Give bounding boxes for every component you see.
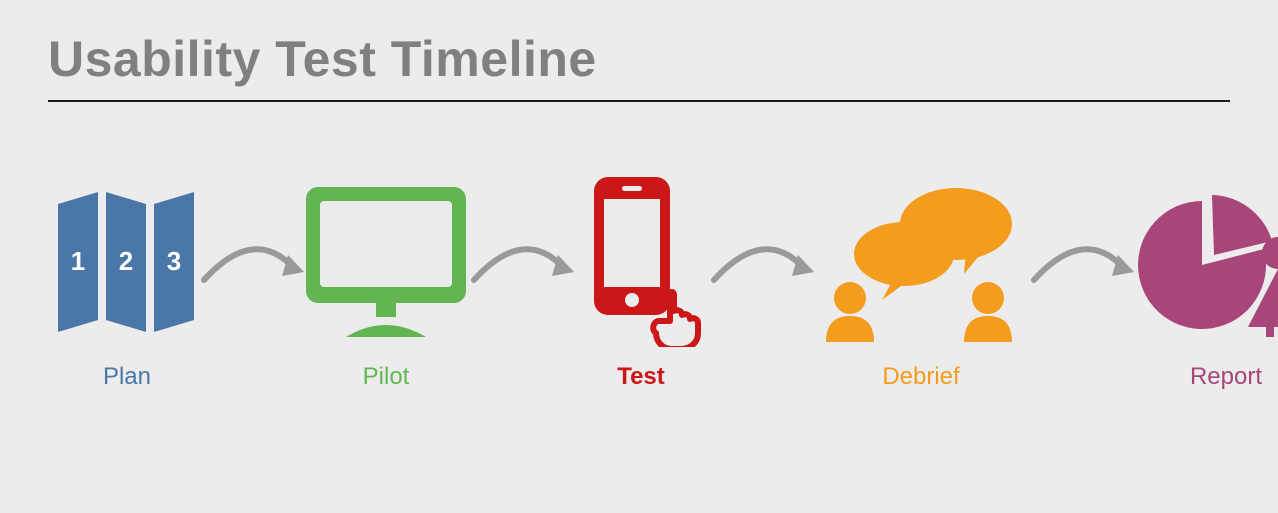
arrow-icon: [1026, 189, 1136, 339]
phone-touch-icon: [576, 187, 706, 337]
step-test: Test: [576, 187, 706, 391]
step-label-test: Test: [617, 363, 665, 391]
arrow-icon: [196, 189, 306, 339]
monitor-icon: [306, 187, 466, 337]
arrow-icon: [706, 189, 816, 339]
pie-person-icon: [1136, 187, 1278, 337]
step-label-report: Report: [1190, 363, 1262, 391]
map-number-2: 2: [119, 246, 133, 276]
map-icon: 1 2 3: [58, 187, 196, 337]
step-plan: 1 2 3 Plan: [58, 187, 196, 391]
step-debrief: Debrief: [816, 187, 1026, 391]
arrow-icon: [466, 189, 576, 339]
step-label-debrief: Debrief: [882, 363, 959, 391]
map-number-3: 3: [167, 246, 181, 276]
timeline-row: 1 2 3 Plan: [48, 187, 1230, 391]
map-number-1: 1: [71, 246, 85, 276]
discussion-icon: [816, 187, 1026, 337]
step-report: Report: [1136, 187, 1278, 391]
page-title: Usability Test Timeline: [48, 30, 1230, 88]
step-label-pilot: Pilot: [363, 363, 410, 391]
title-underline: [48, 100, 1230, 102]
step-label-plan: Plan: [103, 363, 151, 391]
step-pilot: Pilot: [306, 187, 466, 391]
